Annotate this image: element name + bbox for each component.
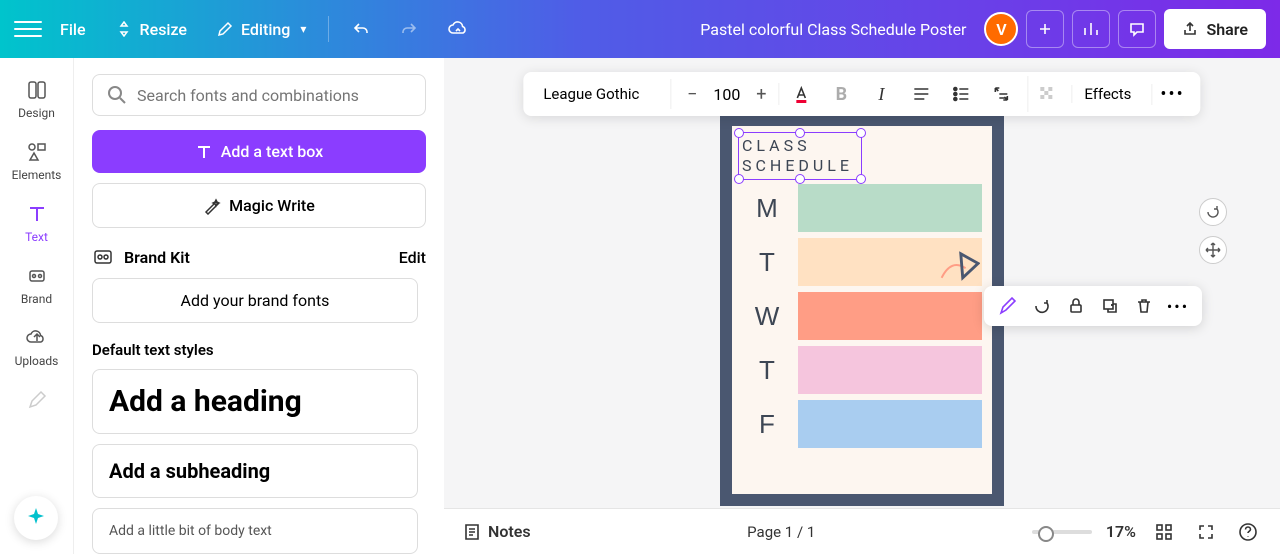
sidebar-item-design[interactable]: Design — [0, 68, 73, 130]
magic-write-button[interactable]: Magic Write — [92, 183, 426, 228]
schedule-block[interactable] — [798, 346, 982, 394]
day-label[interactable]: T — [742, 238, 792, 286]
avatar[interactable]: V — [984, 12, 1018, 46]
schedule-row[interactable]: F — [742, 400, 982, 448]
zoom-value[interactable]: 17% — [1106, 522, 1136, 541]
font-size-inc[interactable]: + — [750, 83, 772, 105]
text-add-icon — [195, 143, 213, 161]
brand-kit-icon — [92, 246, 114, 268]
text-icon — [25, 202, 49, 226]
floating-more-button[interactable]: ••• — [1162, 290, 1194, 322]
sidebar-item-draw[interactable] — [0, 378, 73, 422]
canvas-poster[interactable]: CLASS SCHEDULE MTWTF — [720, 114, 1004, 506]
add-member-button[interactable] — [1026, 10, 1064, 48]
redo-button[interactable] — [389, 13, 429, 45]
resize-label: Resize — [140, 20, 187, 39]
rotate-handle[interactable] — [1199, 198, 1227, 226]
design-icon — [25, 78, 49, 102]
add-brand-fonts-button[interactable]: Add your brand fonts — [92, 278, 418, 323]
file-menu[interactable]: File — [50, 14, 96, 45]
share-label: Share — [1206, 20, 1248, 39]
duplicate-button[interactable] — [1094, 290, 1126, 322]
schedule-block[interactable] — [798, 184, 982, 232]
comment-button[interactable] — [1118, 10, 1156, 48]
font-size-value[interactable]: 100 — [705, 85, 748, 104]
brand-kit-label: Brand Kit — [124, 248, 190, 267]
help-button[interactable] — [1234, 518, 1262, 546]
lock-button[interactable] — [1060, 290, 1092, 322]
ai-edit-button[interactable] — [992, 290, 1024, 322]
schedule-row[interactable]: M — [742, 184, 982, 232]
undo-button[interactable] — [341, 13, 381, 45]
brand-edit-button[interactable]: Edit — [399, 248, 426, 267]
notes-icon — [462, 522, 482, 542]
grid-view-button[interactable] — [1150, 518, 1178, 546]
floating-toolbar: ••• — [984, 286, 1202, 326]
move-handle[interactable] — [1199, 236, 1227, 264]
add-body-button[interactable]: Add a little bit of body text — [92, 508, 418, 554]
add-text-box-button[interactable]: Add a text box — [92, 130, 426, 173]
schedule-row[interactable]: T — [742, 346, 982, 394]
list-button[interactable] — [943, 76, 979, 112]
uploads-icon — [25, 326, 49, 350]
poster-title[interactable]: CLASS SCHEDULE — [742, 136, 982, 176]
bold-button[interactable]: B — [823, 76, 859, 112]
text-color-button[interactable] — [783, 76, 819, 112]
effects-button[interactable]: Effects — [1071, 85, 1143, 103]
selection-box — [738, 132, 862, 180]
search-icon — [107, 85, 127, 105]
add-subheading-button[interactable]: Add a subheading — [92, 444, 418, 498]
schedule-block[interactable] — [798, 400, 982, 448]
sidebar-item-text[interactable]: Text — [0, 192, 73, 254]
magic-label: Magic Write — [229, 196, 315, 215]
add-text-label: Add a text box — [221, 142, 323, 161]
magic-icon — [203, 197, 221, 215]
day-label[interactable]: F — [742, 400, 792, 448]
page-indicator[interactable]: Page 1 / 1 — [747, 523, 815, 541]
transparency-button[interactable] — [1027, 76, 1063, 112]
hamburger-menu[interactable] — [14, 15, 42, 43]
delete-button[interactable] — [1128, 290, 1160, 322]
pencil-icon — [215, 19, 235, 39]
brand-icon — [25, 264, 49, 288]
sidebar-item-elements[interactable]: Elements — [0, 130, 73, 192]
notes-button[interactable]: Notes — [462, 522, 531, 542]
day-label[interactable]: T — [742, 346, 792, 394]
day-label[interactable]: M — [742, 184, 792, 232]
schedule-row[interactable]: W — [742, 292, 982, 340]
arrow-decoration[interactable] — [932, 249, 980, 297]
editing-menu[interactable]: Editing — [205, 13, 316, 45]
draw-icon — [25, 388, 49, 412]
day-label[interactable]: W — [742, 292, 792, 340]
sidebar-item-uploads[interactable]: Uploads — [0, 316, 73, 378]
resize-menu[interactable]: Resize — [104, 13, 197, 45]
text-toolbar: League Gothic − 100 + B I Effects ••• — [523, 72, 1200, 116]
share-button[interactable]: Share — [1164, 9, 1266, 49]
font-size-dec[interactable]: − — [681, 83, 703, 105]
schedule-block[interactable] — [798, 292, 982, 340]
rotate-button[interactable] — [1026, 290, 1058, 322]
toolbar-more-button[interactable]: ••• — [1151, 84, 1192, 105]
document-title[interactable]: Pastel colorful Class Schedule Poster — [487, 20, 976, 39]
search-input-wrap[interactable] — [92, 74, 426, 116]
spacing-button[interactable] — [983, 76, 1019, 112]
fullscreen-button[interactable] — [1192, 518, 1220, 546]
cloud-sync-button[interactable] — [437, 12, 479, 46]
search-input[interactable] — [137, 86, 411, 105]
italic-button[interactable]: I — [863, 76, 899, 112]
default-styles-label: Default text styles — [92, 341, 426, 359]
resize-icon — [114, 19, 134, 39]
insights-button[interactable] — [1072, 10, 1110, 48]
font-select[interactable]: League Gothic — [531, 79, 671, 109]
editing-label: Editing — [241, 20, 290, 39]
ai-assist-button[interactable] — [14, 496, 58, 540]
elements-icon — [25, 140, 49, 164]
add-heading-button[interactable]: Add a heading — [92, 369, 418, 434]
align-button[interactable] — [903, 76, 939, 112]
sidebar-item-brand[interactable]: Brand — [0, 254, 73, 316]
zoom-slider[interactable] — [1032, 530, 1092, 534]
